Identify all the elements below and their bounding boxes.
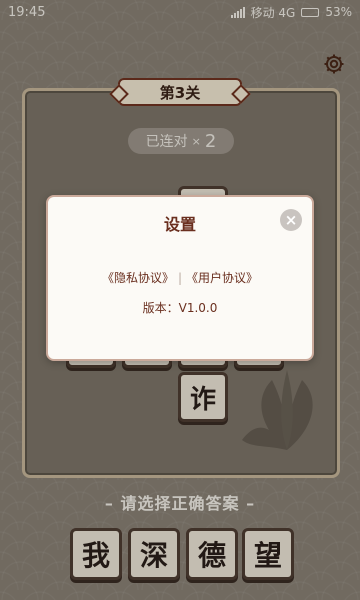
close-button[interactable]: ×: [280, 209, 302, 231]
user-agreement-link[interactable]: 《用户协议》: [186, 271, 258, 285]
close-icon: ×: [284, 211, 298, 229]
version-label: 版本：V1.0.0: [142, 301, 218, 315]
privacy-policy-link[interactable]: 《隐私协议》: [102, 271, 174, 285]
agreement-links: 《隐私协议》 | 《用户协议》: [48, 269, 312, 286]
link-separator: |: [177, 271, 183, 285]
dialog-title: 设置: [163, 215, 196, 234]
settings-dialog: 设置 × 《隐私协议》 | 《用户协议》 版本：V1.0.0: [46, 195, 314, 361]
